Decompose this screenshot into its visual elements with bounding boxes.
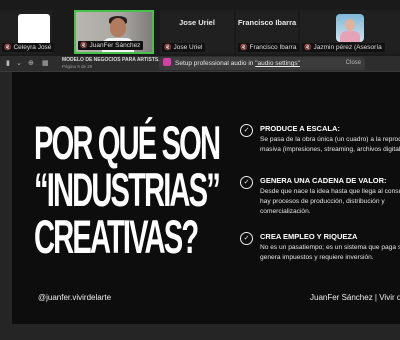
slide-title-line: POR QUÉ SON <box>34 116 221 169</box>
participant-face <box>110 18 126 37</box>
zoom-icon[interactable]: ⊕ <box>28 59 34 68</box>
participant-tile-jose[interactable]: Jose Uriel 🔇 Jose Uriel <box>160 10 234 54</box>
participant-name-tag: 🔇 JuanFer Sánchez <box>78 41 144 50</box>
notice-text: Setup professional audio in <box>175 60 256 67</box>
participant-name-tag: 🔇 Francisco Ibarra <box>238 43 300 52</box>
audio-setup-notice: Setup professional audio in "audio setti… <box>159 57 365 70</box>
participant-name: JuanFer Sánchez <box>89 42 141 49</box>
camera-off-placeholder <box>18 14 50 46</box>
point-line: Desde que nace la idea hasta que llega a… <box>260 188 400 195</box>
check-circle-icon: ✓ <box>240 124 253 137</box>
pdf-toolbar: ▮ ⌄ ⊕ ▦ MODELO DE NEGOCIOS PARA ARTISTS.… <box>0 56 400 72</box>
participant-name: Jose Uriel <box>173 44 203 51</box>
point-heading: CREA EMPLEO Y RIQUEZA <box>260 232 358 241</box>
slide-page: POR QUÉ SON “INDUSTRIAS” CREATIVAS? ✓ PR… <box>12 72 400 324</box>
check-circle-icon: ✓ <box>240 232 253 245</box>
avatar-shoulders <box>340 31 360 42</box>
point-heading: GENERA UNA CADENA DE VALOR: <box>260 176 387 185</box>
point-line: comercialización. <box>260 208 311 215</box>
video-gallery: 🔇 Celeyra José 🔇 JuanFer Sánchez Jose Urie… <box>0 0 400 56</box>
participant-name: Jazmin pérez (Asesoría <box>313 44 382 51</box>
notice-close-button[interactable]: Close <box>346 57 361 70</box>
participant-tile-juanfer[interactable]: 🔇 JuanFer Sánchez <box>74 10 154 54</box>
mic-off-icon: 🔇 <box>164 45 172 51</box>
point-line: genera impuestos y requiere inversión. <box>260 254 374 261</box>
participant-name-tag: 🔇 Jose Uriel <box>162 43 206 52</box>
point-text: Se pasa de la obra única (un cuadro) a l… <box>260 135 400 155</box>
screen-share-viewer: ▮ ⌄ ⊕ ▦ MODELO DE NEGOCIOS PARA ARTISTS.… <box>0 56 400 340</box>
participant-name: Celeyra José <box>13 44 52 51</box>
slide-title-line: “INDUSTRIAS” <box>34 163 221 216</box>
point-line: masiva (impresiones, streaming, archivos… <box>260 146 400 153</box>
audio-settings-link[interactable]: "audio settings" <box>255 60 300 67</box>
slide-title-line: CREATIVAS? <box>34 210 199 263</box>
point-line: Se pasa de la obra única (un cuadro) a l… <box>260 136 400 143</box>
point-line: hay procesos de producción, distribución… <box>260 198 385 205</box>
mic-off-icon: 🔇 <box>240 45 248 51</box>
slide-title: POR QUÉ SON “INDUSTRIAS” CREATIVAS? <box>34 116 221 263</box>
mic-off-icon: 🔇 <box>304 45 312 51</box>
document-title: MODELO DE NEGOCIOS PARA ARTISTS.pdf <box>62 57 168 63</box>
audio-icon <box>163 58 171 66</box>
sidebar-toggle-icon[interactable]: ▮ <box>6 59 10 68</box>
participant-display-name: Jose Uriel <box>179 18 215 27</box>
chevron-down-icon[interactable]: ⌄ <box>16 59 22 68</box>
mic-off-icon: 🔇 <box>4 45 12 51</box>
participant-avatar-jazmin <box>336 14 364 42</box>
point-text: Desde que nace la idea hasta que llega a… <box>260 187 400 217</box>
check-circle-icon: ✓ <box>240 176 253 189</box>
point-heading: PRODUCE A ESCALA: <box>260 124 340 133</box>
document-page-indicator: Página 9 de 29 <box>62 64 93 69</box>
participant-display-name: Francisco Ibarra <box>237 18 297 27</box>
mic-off-icon: 🔇 <box>80 43 88 49</box>
participant-tile-celeyra[interactable]: 🔇 Celeyra José <box>0 10 55 54</box>
participant-tile-francisco[interactable]: Francisco Ibarra 🔇 Francisco Ibarra <box>236 10 300 54</box>
point-line: No es un pasatiempo; es un sistema que p… <box>260 244 400 251</box>
participant-name: Francisco Ibarra <box>249 44 297 51</box>
social-handle: @juanfer.vivirdelarte <box>38 293 112 302</box>
participant-name-tag: 🔇 Celeyra José <box>2 43 55 52</box>
participant-name-tag: 🔇 Jazmin pérez (Asesoría <box>302 43 385 52</box>
avatar-face <box>345 19 355 31</box>
page-grid-icon[interactable]: ▦ <box>42 59 49 68</box>
point-text: No es un pasatiempo; es un sistema que p… <box>260 243 400 263</box>
slide-author: JuanFer Sánchez | Vivir del Arte <box>310 293 400 302</box>
